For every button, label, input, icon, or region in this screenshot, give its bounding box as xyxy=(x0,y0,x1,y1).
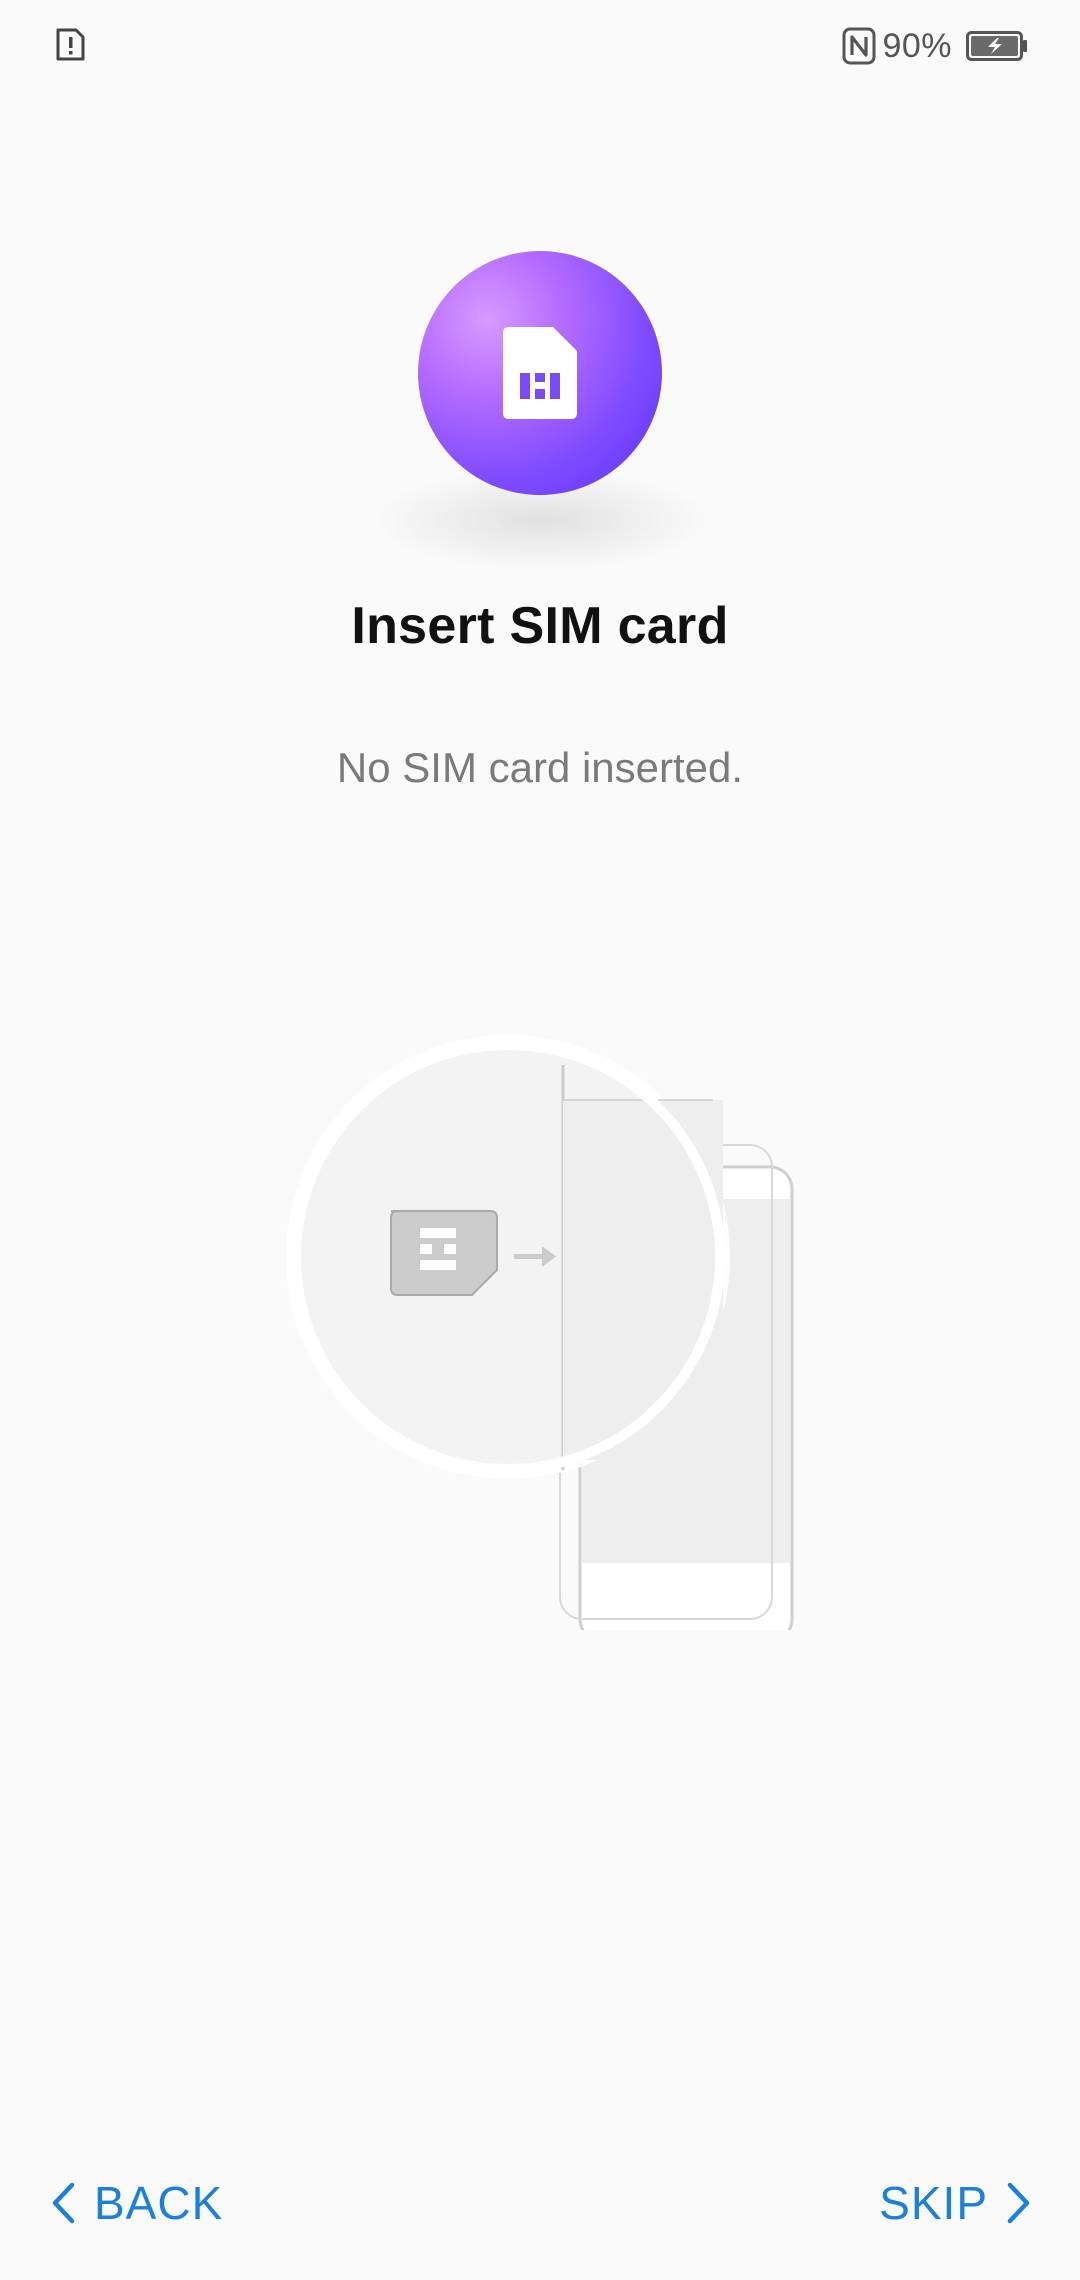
setup-screen: 90% Insert SIM card No SIM card inserted… xyxy=(0,0,1080,2280)
page-title: Insert SIM card xyxy=(351,597,729,655)
sim-alert-icon xyxy=(56,28,85,61)
chevron-right-icon xyxy=(1007,2182,1030,2224)
skip-button[interactable]: SKIP xyxy=(879,2168,1032,2238)
back-label: BACK xyxy=(94,2177,224,2229)
status-bar-right: 90% xyxy=(842,24,1028,68)
status-bar: 90% xyxy=(0,0,1080,90)
insert-sim-illustration xyxy=(286,1035,794,1630)
hero-icon-circle xyxy=(418,251,662,495)
nfc-icon xyxy=(842,27,876,65)
battery-percent: 90% xyxy=(882,26,952,65)
chevron-left-icon xyxy=(52,2182,75,2224)
skip-label: SKIP xyxy=(879,2177,988,2229)
sim-card-icon xyxy=(503,327,577,419)
back-button[interactable]: BACK xyxy=(50,2168,223,2238)
battery-charging-icon xyxy=(966,31,1027,61)
page-subtitle: No SIM card inserted. xyxy=(336,744,744,791)
sim-card-icon xyxy=(390,1210,498,1296)
